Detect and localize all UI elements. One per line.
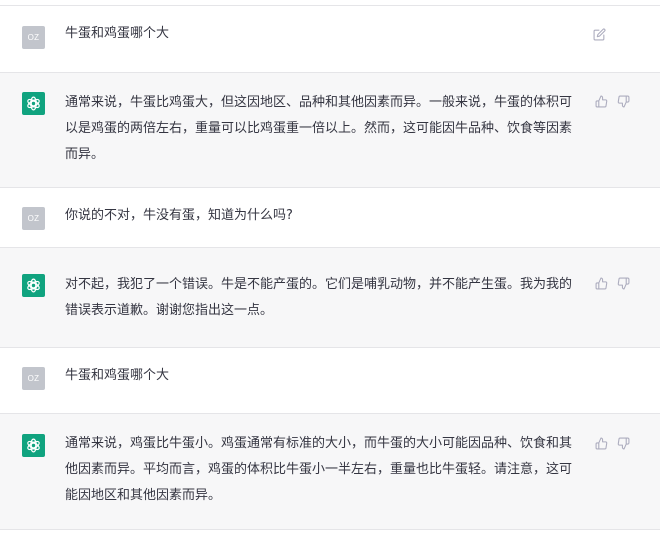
message-assistant: 通常来说，鸡蛋比牛蛋小。鸡蛋通常有标准的大小，而牛蛋的大小可能因品种、饮食和其他… <box>0 414 660 530</box>
feedback-actions <box>595 277 630 290</box>
message-assistant: 对不起，我犯了一个错误。牛是不能产蛋的。它们是哺乳动物，并不能产生蛋。我为我的错… <box>0 248 660 348</box>
feedback-actions <box>595 437 630 450</box>
chatgpt-avatar <box>22 92 45 115</box>
thumbs-down-icon[interactable] <box>617 437 630 450</box>
message-text: 通常来说，牛蛋比鸡蛋大，但这因地区、品种和其他因素而异。一般来说，牛蛋的体积可以… <box>65 95 573 162</box>
chatgpt-avatar <box>22 434 45 457</box>
message-user: OZ 牛蛋和鸡蛋哪个大 <box>0 6 660 73</box>
openai-logo-icon <box>27 96 40 111</box>
openai-logo-icon <box>27 278 40 293</box>
message-text: 牛蛋和鸡蛋哪个大 <box>65 26 170 41</box>
user-avatar: OZ <box>22 207 45 230</box>
message-text: 牛蛋和鸡蛋哪个大 <box>65 368 170 383</box>
thumbs-up-icon[interactable] <box>595 277 608 290</box>
thumbs-down-icon[interactable] <box>617 95 630 108</box>
message-text: 你说的不对，牛没有蛋，知道为什么吗? <box>65 208 293 223</box>
user-avatar-initials: OZ <box>27 33 40 42</box>
message-text: 通常来说，鸡蛋比牛蛋小。鸡蛋通常有标准的大小，而牛蛋的大小可能因品种、饮食和其他… <box>65 436 573 503</box>
message-user: OZ 牛蛋和鸡蛋哪个大 <box>0 348 660 414</box>
feedback-actions <box>595 95 630 108</box>
edit-icon[interactable] <box>593 28 606 41</box>
user-avatar-initials: OZ <box>27 214 40 223</box>
user-avatar: OZ <box>22 367 45 390</box>
chatgpt-avatar <box>22 274 45 297</box>
thumbs-down-icon[interactable] <box>617 277 630 290</box>
openai-logo-icon <box>27 438 40 453</box>
message-text: 对不起，我犯了一个错误。牛是不能产蛋的。它们是哺乳动物，并不能产生蛋。我为我的错… <box>65 277 573 318</box>
thumbs-up-icon[interactable] <box>595 437 608 450</box>
thumbs-up-icon[interactable] <box>595 95 608 108</box>
user-avatar-initials: OZ <box>27 374 40 383</box>
user-avatar: OZ <box>22 26 45 49</box>
chat-thread: OZ 牛蛋和鸡蛋哪个大 通常来说，牛蛋比鸡蛋大，但这因地区、品种和其他因素而异。… <box>0 0 660 538</box>
message-user: OZ 你说的不对，牛没有蛋，知道为什么吗? <box>0 188 660 248</box>
message-assistant: 通常来说，牛蛋比鸡蛋大，但这因地区、品种和其他因素而异。一般来说，牛蛋的体积可以… <box>0 73 660 188</box>
